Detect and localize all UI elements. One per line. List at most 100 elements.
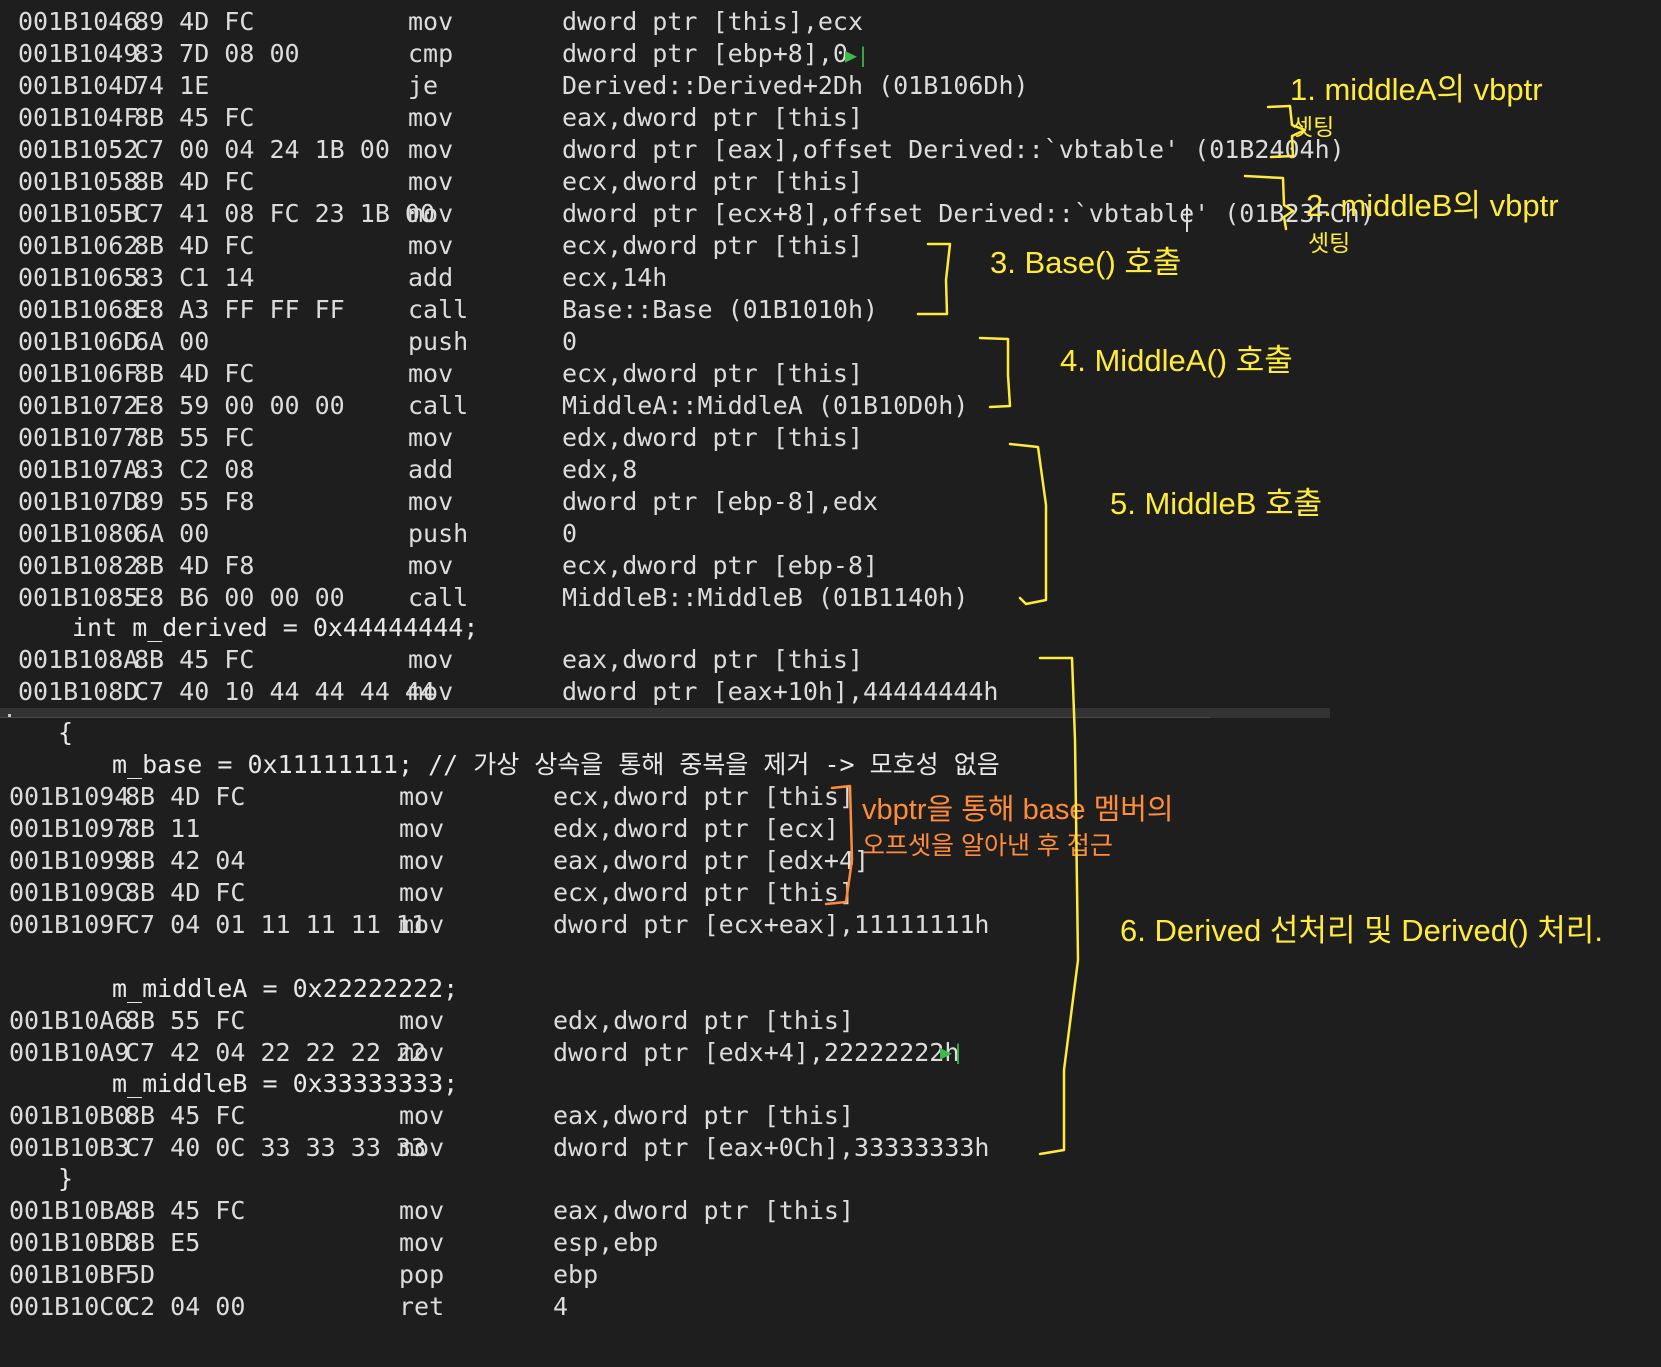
annotation-5: 5. MiddleB 호출: [1110, 486, 1323, 521]
mnemonic: mov: [408, 359, 454, 388]
operands: dword ptr [ebp-8],edx: [562, 487, 879, 516]
source-line-m-middleA: m_middleA = 0x22222222;: [112, 974, 459, 1003]
opcode-bytes: 8B 11: [125, 814, 201, 843]
mnemonic: mov: [408, 677, 454, 706]
disasm-row[interactable]: 001B1080 6A 00 push 0: [0, 518, 1180, 550]
mnemonic: mov: [408, 7, 454, 36]
disasm-row[interactable]: 001B106F 8B 4D FC mov ecx,dword ptr [this]: [0, 358, 1180, 390]
opcode-bytes: 8B 55 FC: [125, 1006, 246, 1035]
disasm-row[interactable]: 001B105B C7 41 08 FC 23 1B 00 mov dword ptr…: [0, 198, 1375, 230]
opcode-bytes: 8B 45 FC: [134, 103, 255, 132]
disasm-row[interactable]: 001B1082 8B 4D F8 mov ecx,dword ptr [ebp-8]: [0, 550, 1180, 582]
address: 001B1062: [18, 231, 139, 260]
disasm-row[interactable]: 001B1072 E8 59 00 00 00 call MiddleA::Middl…: [0, 390, 1180, 422]
operands: dword ptr [ebp+8],0: [562, 39, 848, 68]
mnemonic: add: [408, 263, 454, 292]
disasm-row[interactable]: 001B1046 89 4D FC mov dword ptr [this],ecx: [0, 6, 1180, 38]
disasm-row[interactable]: 001B10BF 5D pop ebp: [0, 1259, 1180, 1291]
address: 001B108A: [18, 645, 139, 674]
address: 001B109F: [9, 910, 130, 939]
opcode-bytes: 8B 45 FC: [134, 645, 255, 674]
opcode-bytes: C2 04 00: [125, 1292, 246, 1321]
opcode-bytes: 8B 4D FC: [134, 167, 255, 196]
opcode-bytes: 8B 4D FC: [125, 782, 246, 811]
opcode-bytes: 8B 4D FC: [134, 231, 255, 260]
opcode-bytes: 8B 4D FC: [134, 359, 255, 388]
mnemonic: mov: [399, 846, 445, 875]
operands: eax,dword ptr [edx+4]: [553, 846, 870, 875]
opcode-bytes: 83 C1 14: [134, 263, 255, 292]
operands: dword ptr [eax+0Ch],33333333h: [553, 1133, 990, 1162]
disasm-row[interactable]: 001B107D 89 55 F8 mov dword ptr [ebp-8],edx: [0, 486, 1180, 518]
operands: edx,dword ptr [this]: [562, 423, 864, 452]
opcode-bytes: 89 55 F8: [134, 487, 255, 516]
disasm-row[interactable]: 001B10B3 C7 40 0C 33 33 33 33 mov dword ptr…: [0, 1132, 1180, 1164]
play-next-icon[interactable]: ▶|: [940, 1036, 964, 1068]
disasm-row[interactable]: 001B108A 8B 45 FC mov eax,dword ptr [this]: [0, 644, 1180, 676]
mnemonic: mov: [408, 231, 454, 260]
address: 001B106F: [18, 359, 139, 388]
operands: dword ptr [ecx+eax],11111111h: [553, 910, 990, 939]
disasm-row[interactable]: 001B1068 E8 A3 FF FF FF call Base::Base (01…: [0, 294, 1180, 326]
mnemonic: mov: [408, 167, 454, 196]
mnemonic: je: [408, 71, 439, 100]
disasm-row[interactable]: 001B1058 8B 4D FC mov ecx,dword ptr [this]: [0, 166, 1180, 198]
address: 001B104F: [18, 103, 139, 132]
operands: ecx,dword ptr [ebp-8]: [562, 551, 879, 580]
mnemonic: mov: [399, 814, 445, 843]
disasm-row[interactable]: 001B1049 83 7D 08 00 cmp dword ptr [ebp+8],…: [0, 38, 1180, 70]
opcode-bytes: 6A 00: [134, 519, 210, 548]
disasm-row[interactable]: 001B10C0 C2 04 00 ret 4: [0, 1291, 1180, 1323]
address: 001B1068: [18, 295, 139, 324]
opcode-bytes: 83 C2 08: [134, 455, 255, 484]
operands: eax,dword ptr [this]: [553, 1196, 855, 1225]
operands: ecx,dword ptr [this]: [562, 167, 864, 196]
annotation-2-title: 2. middleB의 vbptr: [1306, 188, 1559, 223]
disasm-row[interactable]: 001B106D 6A 00 push 0: [0, 326, 1180, 358]
mnemonic: mov: [408, 423, 454, 452]
disasm-row[interactable]: 001B109F C7 04 01 11 11 11 11 mov dword ptr…: [0, 909, 1180, 941]
operands: dword ptr [ecx+8],offset Derived::`vbtab…: [562, 199, 1375, 228]
opcode-bytes: 8B 45 FC: [125, 1196, 246, 1225]
disasm-row[interactable]: 001B107A 83 C2 08 add edx,8: [0, 454, 1180, 486]
disasm-row[interactable]: 001B10A9 C7 42 04 22 22 22 22 mov dword ptr…: [0, 1037, 1180, 1069]
address: 001B1094: [9, 782, 130, 811]
annotation-orange-line2: 오프셋을 알아낸 후 접근: [862, 832, 1113, 860]
disasm-row[interactable]: 001B10B0 8B 45 FC mov eax,dword ptr [this]: [0, 1100, 1180, 1132]
disasm-row[interactable]: 001B10BD 8B E5 mov esp,ebp: [0, 1227, 1180, 1259]
opcode-bytes: 74 1E: [134, 71, 210, 100]
operands: edx,dword ptr [this]: [553, 1006, 855, 1035]
disasm-row[interactable]: 001B1052 C7 00 04 24 1B 00 mov dword ptr [e…: [0, 134, 1345, 166]
operands: 0: [562, 327, 578, 356]
address: 001B109C: [9, 878, 130, 907]
address: 001B1046: [18, 7, 139, 36]
address: 001B105B: [18, 199, 139, 228]
address: 001B1080: [18, 519, 139, 548]
disasm-row[interactable]: 001B10BA 8B 45 FC mov eax,dword ptr [this]: [0, 1195, 1180, 1227]
operands: dword ptr [eax+10h],44444444h: [562, 677, 999, 706]
disasm-row[interactable]: 001B104D 74 1E je Derived::Derived+2Dh (01B…: [0, 70, 1180, 102]
play-next-icon[interactable]: ▶|: [845, 39, 869, 71]
opcode-bytes: 8B 55 FC: [134, 423, 255, 452]
source-brace-close: }: [58, 1164, 74, 1193]
opcode-bytes: 6A 00: [134, 327, 210, 356]
opcode-bytes: E8 59 00 00 00: [134, 391, 345, 420]
mnemonic: mov: [399, 1038, 445, 1067]
disasm-row[interactable]: 001B109C 8B 4D FC mov ecx,dword ptr [this]: [0, 877, 1180, 909]
address: 001B1085: [18, 583, 139, 612]
address: 001B10BF: [9, 1260, 130, 1289]
operands: MiddleB::MiddleB (01B1140h): [562, 583, 969, 612]
disasm-row[interactable]: 001B108D C7 40 10 44 44 44 44 mov dword ptr…: [0, 676, 1180, 708]
disasm-row[interactable]: 001B104F 8B 45 FC mov eax,dword ptr [this]: [0, 102, 1180, 134]
source-line-m-middleB: m_middleB = 0x33333333;: [112, 1069, 459, 1098]
mnemonic: mov: [408, 103, 454, 132]
operands: dword ptr [eax],offset Derived::`vbtable…: [562, 135, 1345, 164]
address: 001B10BA: [9, 1196, 130, 1225]
address: 001B1099: [9, 846, 130, 875]
disasm-row[interactable]: 001B1085 E8 B6 00 00 00 call MiddleB::Middl…: [0, 582, 1180, 614]
mnemonic: mov: [408, 487, 454, 516]
address: 001B1097: [9, 814, 130, 843]
disasm-row[interactable]: 001B10A6 8B 55 FC mov edx,dword ptr [this]: [0, 1005, 1180, 1037]
annotation-1-sub: 셋팅: [1292, 114, 1335, 140]
disasm-row[interactable]: 001B1077 8B 55 FC mov edx,dword ptr [this]: [0, 422, 1180, 454]
